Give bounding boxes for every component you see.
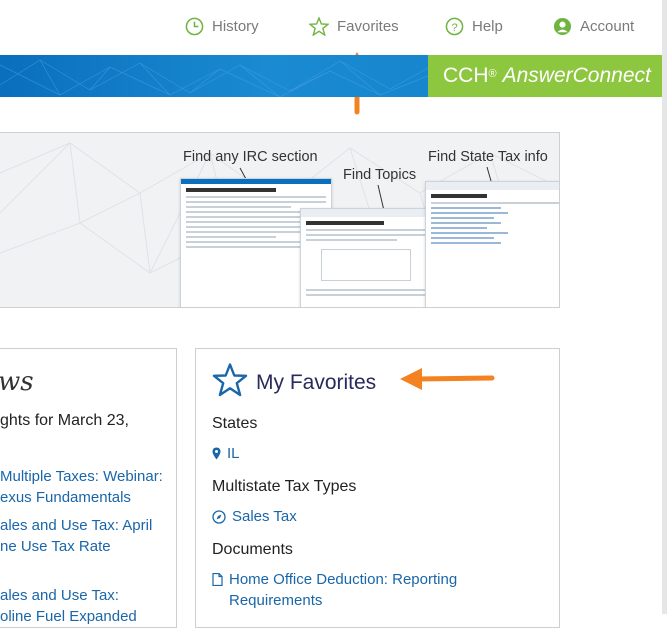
nav-account-label: Account [580, 17, 635, 35]
news-title: ws [0, 367, 34, 397]
map-marker-icon [212, 445, 221, 464]
multistate-heading: Multistate Tax Types [212, 478, 357, 495]
news-item-2-line-2[interactable]: ne Use Tax Rate [0, 538, 111, 555]
favorites-title: My Favorites [256, 370, 377, 394]
banner-pattern [0, 59, 430, 97]
brand-product: AnswerConnect [502, 64, 651, 87]
user-icon [553, 17, 572, 36]
news-item-3-line-1[interactable]: ales and Use Tax: [0, 587, 119, 604]
scrollbar[interactable] [662, 0, 667, 614]
clock-icon [185, 17, 204, 36]
news-item-1-line-1[interactable]: Multiple Taxes: Webinar: [0, 468, 163, 485]
top-navigation: History Favorites ? Help Account [0, 0, 667, 55]
favorite-document-line-1: Home Office Deduction: Reporting [229, 571, 458, 588]
favorite-document-item[interactable]: Home Office Deduction: Reporting Require… [212, 571, 457, 611]
news-date-line: ghts for March 23, [0, 412, 129, 429]
nav-help-label: Help [472, 17, 503, 35]
brand-banner: CCH ® AnswerConnect [0, 55, 662, 97]
favorites-panel: My Favorites States IL Multistate Tax Ty… [195, 348, 560, 628]
star-outline-icon [212, 363, 248, 402]
screenshot-state [425, 181, 559, 307]
nav-favorites[interactable]: Favorites [309, 14, 399, 38]
news-item-3-line-2[interactable]: oline Fuel Expanded [0, 608, 137, 625]
svg-text:?: ? [451, 21, 457, 33]
product-logo[interactable]: CCH ® AnswerConnect [428, 55, 662, 97]
nav-help[interactable]: ? Help [445, 14, 503, 38]
compass-icon [212, 508, 226, 528]
brand-reg: ® [488, 68, 497, 80]
document-icon [212, 571, 223, 590]
favorite-document-text: Home Office Deduction: Reporting Require… [229, 569, 457, 611]
favorite-state-item[interactable]: IL [212, 445, 240, 464]
nav-account[interactable]: Account [553, 14, 634, 38]
nav-favorites-label: Favorites [337, 17, 399, 35]
news-panel: ws ghts for March 23, Multiple Taxes: We… [0, 348, 177, 628]
favorite-state-label: IL [227, 445, 240, 462]
favorite-multistate-item[interactable]: Sales Tax [212, 508, 297, 528]
favorite-document-line-2: Requirements [229, 592, 323, 609]
star-outline-icon [309, 16, 329, 36]
news-item-1-line-2[interactable]: exus Fundamentals [0, 489, 131, 506]
documents-heading: Documents [212, 541, 293, 558]
nav-history-label: History [212, 17, 259, 35]
brand-cch: CCH [443, 64, 489, 87]
news-item-2-line-1[interactable]: ales and Use Tax: April [0, 517, 152, 534]
states-heading: States [212, 415, 258, 432]
arrow-left-icon [400, 368, 495, 390]
nav-history[interactable]: History [185, 14, 259, 38]
hero-illustration: Find any IRC section Find Topics Find St… [0, 132, 560, 308]
favorites-header: My Favorites [212, 363, 376, 402]
screenshot-topics [300, 208, 432, 307]
question-icon: ? [445, 17, 464, 36]
favorite-multistate-label: Sales Tax [232, 508, 297, 525]
